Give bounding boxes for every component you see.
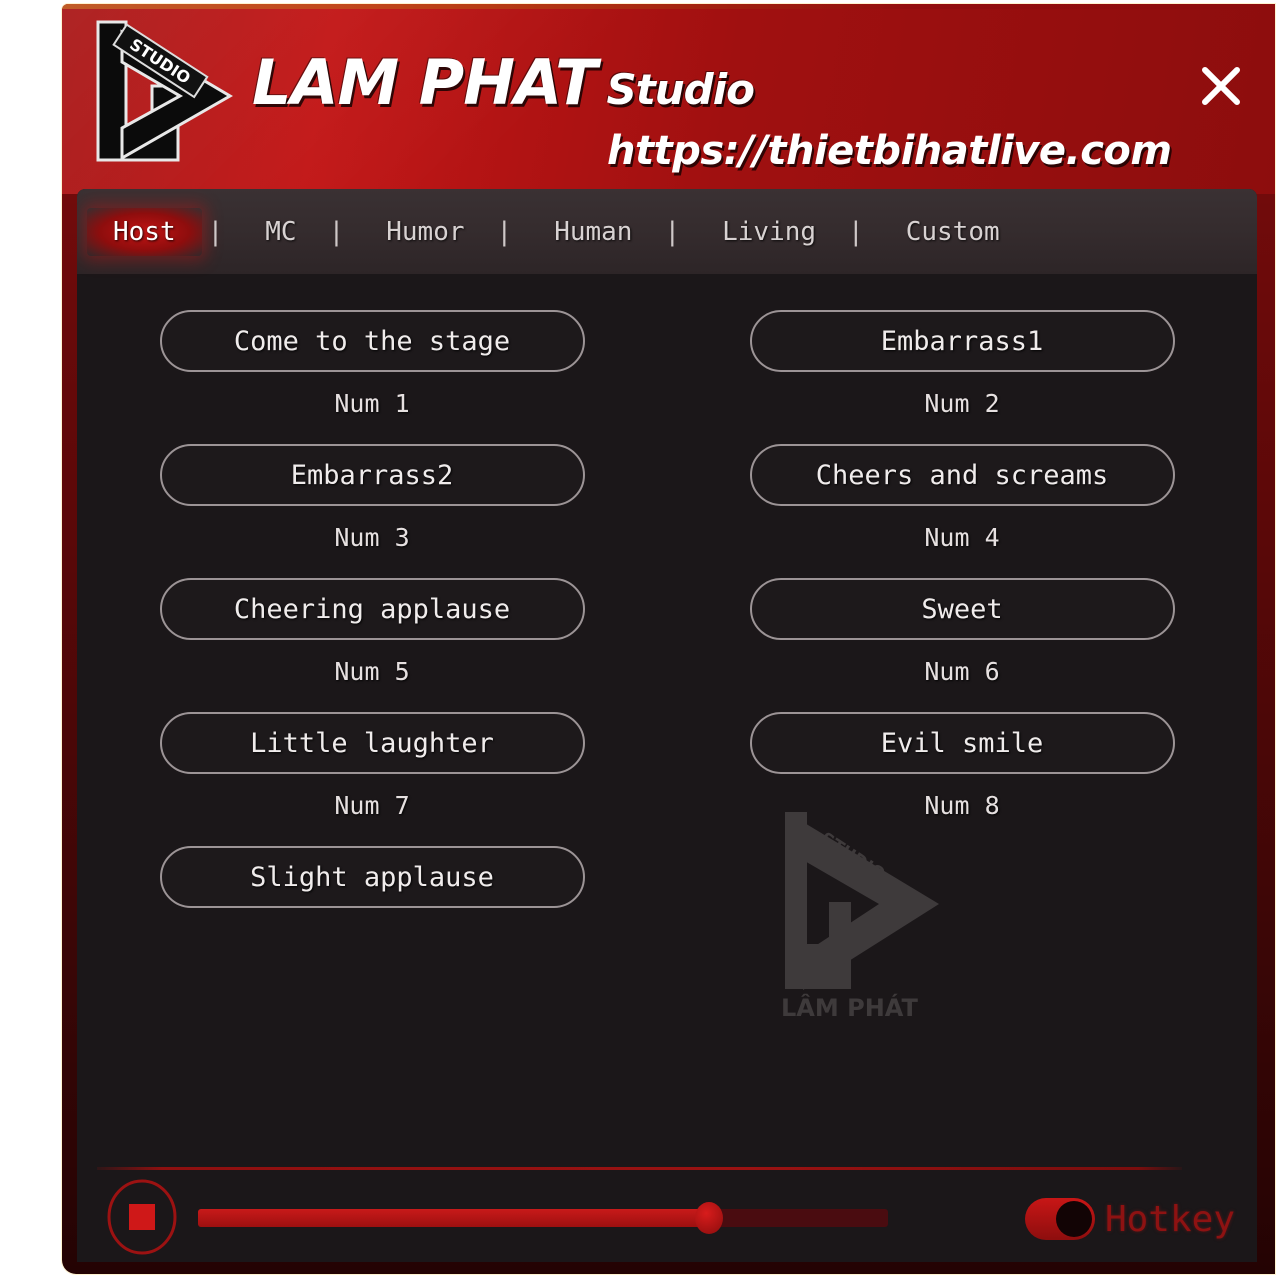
brand-url: https://thietbihatlive.com xyxy=(607,128,1172,174)
main-panel: Host | MC | Humor | Human | Living | Custom STUDIO… xyxy=(77,189,1257,1262)
brand-name-main: LAM PHAT xyxy=(252,46,597,119)
tab-custom[interactable]: Custom xyxy=(880,208,1026,256)
lam-phat-logo-icon: STUDIO xyxy=(80,10,245,180)
tab-bar: Host | MC | Humor | Human | Living | Custom xyxy=(77,189,1257,274)
tab-separator: | xyxy=(848,216,864,247)
tab-separator: | xyxy=(328,216,345,247)
sound-cell: Come to the stage Num 1 xyxy=(77,284,667,418)
tab-separator: | xyxy=(664,216,681,247)
sound-button[interactable]: Sweet xyxy=(749,578,1175,640)
sound-cell: Embarrass2 Num 3 xyxy=(77,418,667,552)
sound-hotkey-label: Num 2 xyxy=(924,389,1000,418)
sound-cell: Cheers and screams Num 4 xyxy=(667,418,1257,552)
sound-button[interactable]: Embarrass2 xyxy=(159,444,585,506)
close-icon[interactable] xyxy=(1197,62,1245,110)
sound-cell: Cheering applause Num 5 xyxy=(77,552,667,686)
sound-button[interactable]: Evil smile xyxy=(749,712,1175,774)
tab-mc[interactable]: MC xyxy=(239,208,322,256)
slider-thumb[interactable] xyxy=(694,1202,723,1234)
tab-separator: | xyxy=(207,216,224,247)
hotkey-switch[interactable] xyxy=(1024,1198,1095,1240)
volume-slider[interactable] xyxy=(198,1200,888,1234)
app-window: STUDIO LAM PHAT Studio https://thietbihat… xyxy=(62,4,1275,1274)
sound-hotkey-label: Num 8 xyxy=(924,791,1000,820)
sound-hotkey-label: Num 6 xyxy=(924,657,1000,686)
tab-separator: | xyxy=(496,216,513,247)
watermark-brand-text: LÂM PHÁT xyxy=(781,993,918,1022)
tab-human[interactable]: Human xyxy=(528,208,658,256)
sound-hotkey-label: Num 4 xyxy=(924,523,1000,552)
sound-cell: Embarrass1 Num 2 xyxy=(667,284,1257,418)
tab-living[interactable]: Living xyxy=(696,208,842,256)
tab-host[interactable]: Host xyxy=(87,207,202,256)
hotkey-label: Hotkey xyxy=(1104,1198,1235,1240)
hotkey-switch-knob xyxy=(1055,1201,1092,1237)
sound-button[interactable]: Embarrass1 xyxy=(749,310,1175,372)
sound-button-grid: Come to the stage Num 1 Embarrass1 Num 2 Emb… xyxy=(77,284,1257,925)
sound-hotkey-label: Num 5 xyxy=(334,657,410,686)
bottom-divider xyxy=(97,1167,1182,1170)
tab-humor[interactable]: Humor xyxy=(360,208,490,256)
sound-cell: Slight applause xyxy=(77,820,667,925)
brand-name-sub: Studio xyxy=(606,65,755,114)
title-bar: STUDIO LAM PHAT Studio https://thietbihat… xyxy=(62,4,1275,194)
sound-button[interactable]: Come to the stage xyxy=(159,310,585,372)
sound-hotkey-label: Num 7 xyxy=(334,791,410,820)
sound-button[interactable]: Cheers and screams xyxy=(749,444,1175,506)
slider-fill xyxy=(198,1209,709,1227)
page-title: LAM PHAT Studio xyxy=(252,52,755,114)
sound-cell: Evil smile Num 8 xyxy=(667,686,1257,820)
sound-hotkey-label: Num 1 xyxy=(334,389,410,418)
hotkey-toggle[interactable]: Hotkey xyxy=(1024,1198,1235,1240)
sound-button[interactable]: Little laughter xyxy=(159,712,585,774)
bottom-control-bar: Hotkey xyxy=(77,1172,1257,1262)
sound-cell: Little laughter Num 7 xyxy=(77,686,667,820)
sound-button[interactable]: Slight applause xyxy=(159,846,585,908)
stop-button[interactable] xyxy=(104,1179,180,1255)
sound-hotkey-label: Num 3 xyxy=(334,523,410,552)
sound-cell: Sweet Num 6 xyxy=(667,552,1257,686)
sound-button[interactable]: Cheering applause xyxy=(159,578,585,640)
